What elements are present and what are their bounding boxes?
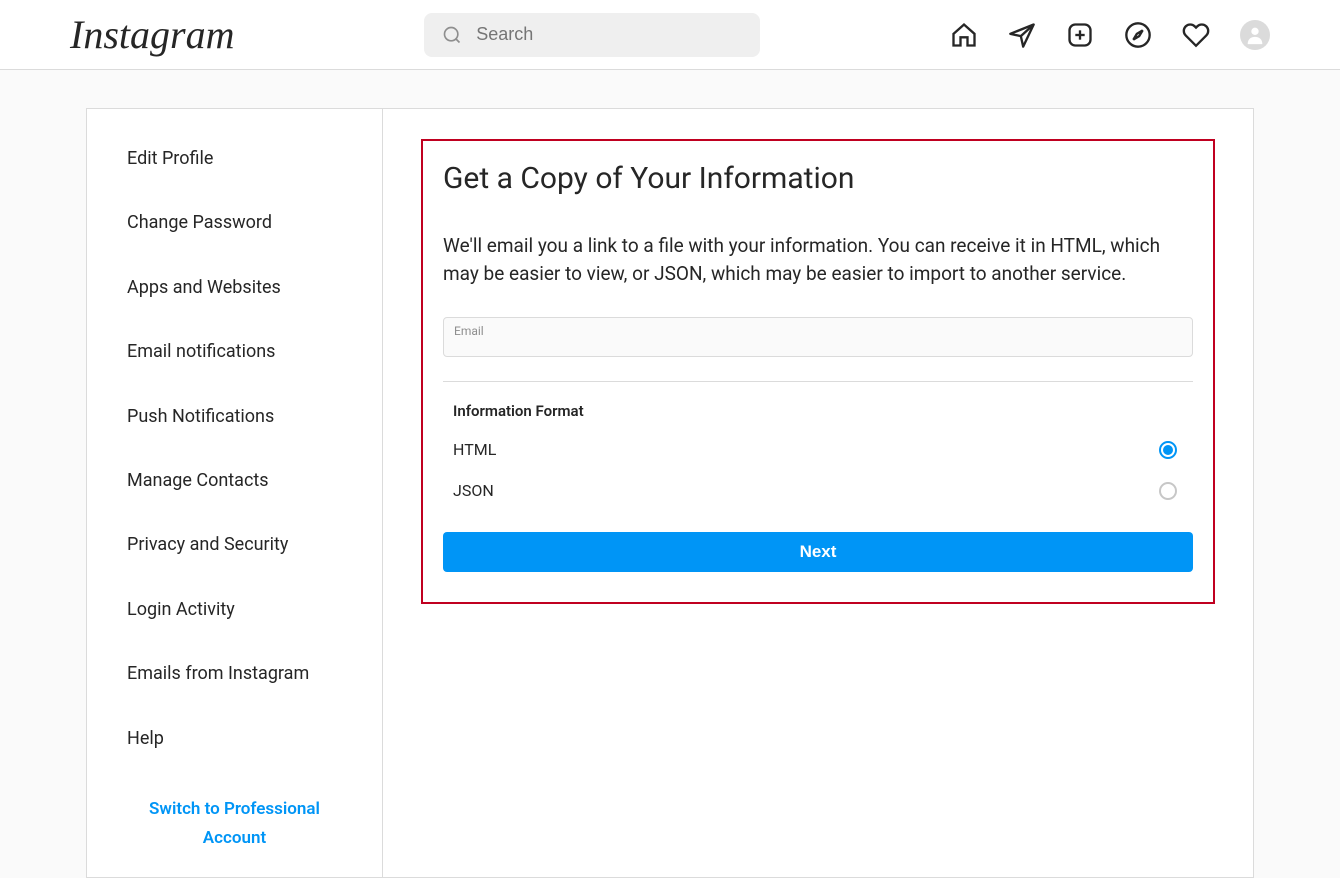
new-post-icon[interactable]	[1066, 21, 1094, 49]
search-box[interactable]	[424, 13, 760, 57]
page-description: We'll email you a link to a file with yo…	[443, 232, 1193, 287]
format-option-html-label: HTML	[453, 440, 496, 459]
highlighted-region: Get a Copy of Your Information We'll ema…	[421, 139, 1215, 604]
home-icon[interactable]	[950, 21, 978, 49]
sidebar-item-apps-websites[interactable]: Apps and Websites	[87, 256, 382, 320]
messenger-icon[interactable]	[1008, 21, 1036, 49]
page-title: Get a Copy of Your Information	[443, 161, 1193, 196]
sidebar-item-emails-instagram[interactable]: Emails from Instagram	[87, 642, 382, 706]
email-label: Email	[454, 324, 1182, 338]
search-input[interactable]	[476, 24, 742, 45]
sidebar-item-edit-profile[interactable]: Edit Profile	[87, 127, 382, 191]
sidebar-item-privacy-security[interactable]: Privacy and Security	[87, 513, 382, 577]
main-panel: Get a Copy of Your Information We'll ema…	[383, 109, 1253, 877]
search-icon	[442, 25, 462, 45]
top-header: Instagram	[0, 0, 1340, 70]
format-option-html[interactable]: HTML	[443, 440, 1193, 459]
instagram-logo[interactable]: Instagram	[70, 11, 234, 58]
sidebar-item-help[interactable]: Help	[87, 707, 382, 771]
profile-avatar[interactable]	[1240, 20, 1270, 50]
settings-container: Edit Profile Change Password Apps and We…	[86, 108, 1254, 878]
explore-icon[interactable]	[1124, 21, 1152, 49]
divider	[443, 381, 1193, 382]
sidebar-item-change-password[interactable]: Change Password	[87, 191, 382, 255]
next-button[interactable]: Next	[443, 532, 1193, 572]
sidebar-item-email-notifications[interactable]: Email notifications	[87, 320, 382, 384]
email-field[interactable]: Email	[443, 317, 1193, 357]
format-option-json[interactable]: JSON	[443, 481, 1193, 500]
radio-json[interactable]	[1159, 482, 1177, 500]
nav-icons	[950, 20, 1270, 50]
settings-sidebar: Edit Profile Change Password Apps and We…	[87, 109, 383, 877]
radio-html[interactable]	[1159, 441, 1177, 459]
user-icon	[1244, 24, 1266, 46]
sidebar-item-push-notifications[interactable]: Push Notifications	[87, 385, 382, 449]
format-option-json-label: JSON	[453, 481, 494, 500]
switch-professional-link[interactable]: Switch to Professional Account	[87, 771, 382, 877]
format-label: Information Format	[443, 402, 1193, 420]
sidebar-item-login-activity[interactable]: Login Activity	[87, 578, 382, 642]
sidebar-item-manage-contacts[interactable]: Manage Contacts	[87, 449, 382, 513]
activity-icon[interactable]	[1182, 21, 1210, 49]
